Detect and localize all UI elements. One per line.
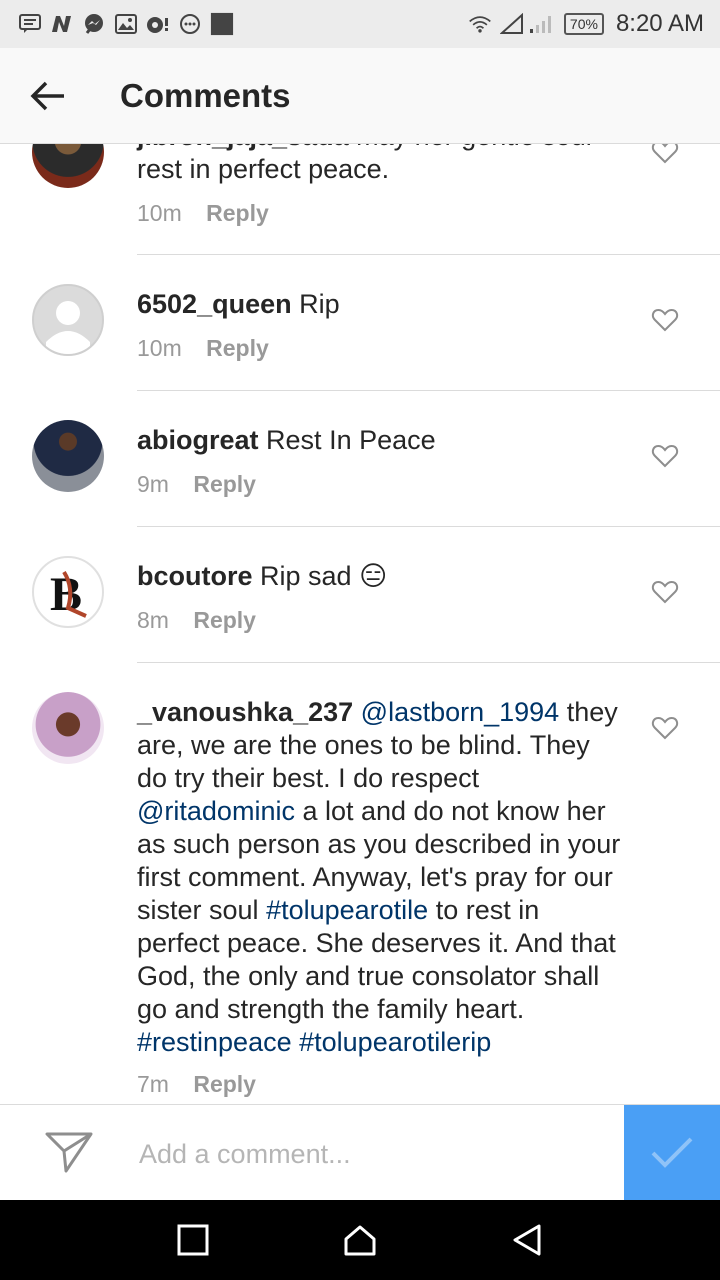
reply-button[interactable]: Reply — [193, 471, 256, 497]
image-icon — [114, 12, 138, 36]
hashtag-link[interactable]: #tolupearotile — [266, 895, 428, 925]
back-nav-button[interactable] — [503, 1216, 551, 1264]
comments-header: Comments — [0, 48, 720, 144]
comment-text: _vanoushka_237 @lastborn_1994 they are, … — [137, 697, 621, 1057]
post-comment-button[interactable] — [624, 1105, 720, 1201]
app-square-icon — [210, 12, 234, 36]
reply-button[interactable]: Reply — [206, 335, 269, 361]
messenger-icon — [82, 12, 106, 36]
comment-username[interactable]: abiogreat — [137, 425, 259, 455]
comment-timestamp: 10m — [137, 200, 182, 226]
home-button[interactable] — [336, 1216, 384, 1264]
comment-item: B bcoutore Rip sad 😑 8m Reply — [0, 527, 720, 663]
avatar[interactable] — [32, 692, 104, 764]
back-arrow-icon — [30, 81, 64, 110]
comment-timestamp: 8m — [137, 607, 169, 633]
bcoutore-logo-icon: B — [50, 568, 87, 621]
n-app-icon — [50, 12, 74, 36]
comment-username[interactable]: _vanoushka_237 — [137, 697, 353, 727]
heart-icon[interactable] — [651, 442, 679, 470]
mention-link[interactable]: @ritadominic — [137, 796, 295, 826]
heart-icon[interactable] — [651, 714, 679, 742]
status-bar-system: 70% 8:20 AM — [468, 10, 704, 38]
comment-composer — [0, 1104, 720, 1201]
reply-button[interactable]: Reply — [193, 1071, 256, 1097]
wifi-icon — [468, 12, 492, 36]
status-bar: 70% 8:20 AM — [0, 0, 720, 48]
hashtag-link[interactable]: #tolupearotilerip — [299, 1027, 491, 1057]
comment-item: _vanoushka_237 @lastborn_1994 they are, … — [0, 663, 720, 1103]
default-avatar-icon — [46, 301, 90, 354]
comment-meta: 8m Reply — [137, 607, 256, 634]
message-icon — [18, 12, 42, 36]
battery-indicator: 70% — [563, 13, 604, 35]
comment-input[interactable] — [137, 1131, 611, 1177]
avatar[interactable]: B — [32, 556, 104, 628]
direct-send-icon[interactable] — [44, 1129, 94, 1175]
comment-meta: 7m Reply — [137, 1071, 256, 1098]
status-bar-notifications — [18, 12, 234, 36]
signal-icon — [499, 12, 556, 36]
comment-text: bcoutore Rip sad 😑 — [137, 561, 388, 591]
music-icon — [146, 12, 170, 36]
reply-button[interactable]: Reply — [206, 200, 269, 226]
comment-timestamp: 10m — [137, 335, 182, 361]
back-button[interactable] — [24, 72, 72, 120]
comment-timestamp: 7m — [137, 1071, 169, 1097]
comment-timestamp: 9m — [137, 471, 169, 497]
mention-link[interactable]: @lastborn_1994 — [361, 697, 560, 727]
comment-text: abiogreat Rest In Peace — [137, 425, 436, 455]
comment-meta: 10m Reply — [137, 335, 269, 362]
hashtag-link[interactable]: #restinpeace — [137, 1027, 292, 1057]
avatar[interactable] — [32, 420, 104, 492]
triangle-back-icon — [513, 1224, 541, 1256]
reply-button[interactable]: Reply — [193, 607, 256, 633]
clock: 8:20 AM — [615, 10, 704, 37]
comment-meta: 9m Reply — [137, 471, 256, 498]
recents-button[interactable] — [169, 1216, 217, 1264]
heart-icon[interactable] — [651, 578, 679, 606]
heart-icon[interactable] — [651, 306, 679, 334]
square-icon — [177, 1224, 209, 1256]
comment-username[interactable]: bcoutore — [137, 561, 253, 591]
system-nav-bar — [0, 1200, 720, 1280]
comment-item: 6502_queen Rip 10m Reply — [0, 255, 720, 391]
avatar[interactable] — [32, 284, 104, 356]
comment-username[interactable]: 6502_queen — [137, 289, 292, 319]
checkmark-icon — [651, 1137, 693, 1168]
more-icon — [178, 12, 202, 36]
comment-text: 6502_queen Rip — [137, 289, 340, 319]
home-icon — [344, 1225, 376, 1256]
comment-item: abiogreat Rest In Peace 9m Reply — [0, 391, 720, 527]
expressionless-emoji-icon: 😑 — [359, 561, 388, 591]
comment-meta: 10m Reply — [137, 200, 269, 227]
page-title: Comments — [120, 76, 291, 114]
